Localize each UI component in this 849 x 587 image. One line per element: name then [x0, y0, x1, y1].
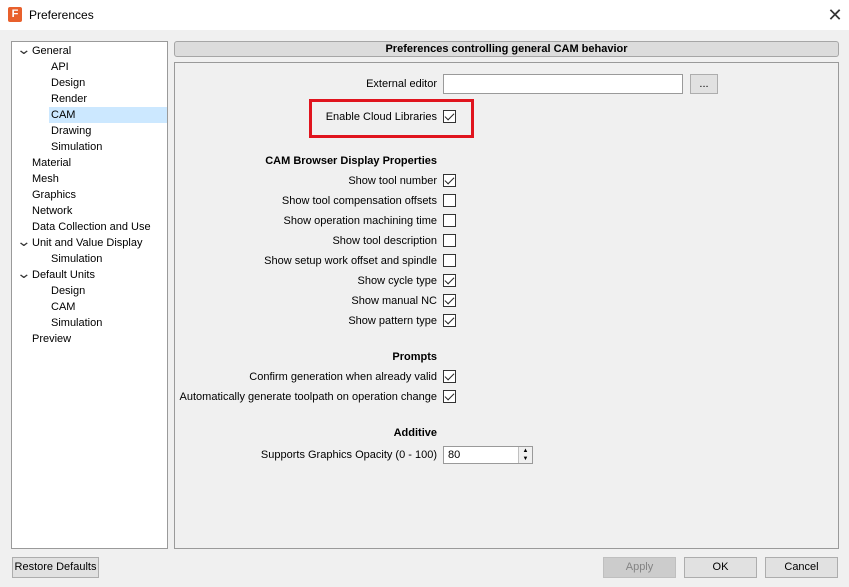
option-label: Show manual NC: [351, 295, 437, 307]
tree-item-label: Network: [32, 205, 73, 217]
tree-item[interactable]: Network: [30, 203, 76, 219]
option-checkbox[interactable]: [443, 254, 456, 267]
tree-item-label: Preview: [32, 333, 72, 345]
tree-item[interactable]: Simulation: [49, 315, 106, 331]
tree-item-label: Default Units: [32, 269, 95, 281]
tree-item-label: Material: [32, 157, 72, 169]
option-checkbox[interactable]: [443, 370, 456, 383]
tree-item-label: Simulation: [51, 141, 103, 153]
browser-section-title: CAM Browser Display Properties: [265, 155, 437, 167]
preferences-tree[interactable]: General ⌄ API Design Render CAM Drawing Simulat…: [11, 41, 168, 549]
highlight-box: [309, 99, 474, 138]
additive-section-title: Additive: [393, 427, 437, 439]
option-label: Show cycle type: [357, 275, 437, 287]
tree-item[interactable]: Graphics: [30, 187, 80, 203]
ok-button[interactable]: OK: [684, 557, 757, 578]
external-editor-input[interactable]: [443, 74, 683, 94]
cancel-button[interactable]: Cancel: [765, 557, 838, 578]
tree-item[interactable]: API: [49, 59, 73, 75]
tree-item[interactable]: Drawing: [49, 123, 95, 139]
tree-item-label: Data Collection and Use: [32, 221, 151, 233]
tree-item[interactable]: Mesh: [30, 171, 63, 187]
option-label: Confirm generation when already valid: [249, 371, 437, 383]
restore-defaults-button[interactable]: Restore Defaults: [12, 557, 99, 578]
tree-item[interactable]: Default Units: [30, 267, 99, 283]
tree-item-label: Render: [51, 93, 88, 105]
option-checkbox[interactable]: [443, 174, 456, 187]
option-checkbox[interactable]: [443, 194, 456, 207]
app-icon: F: [8, 7, 22, 22]
opacity-value: 80: [448, 449, 461, 461]
option-label: Show pattern type: [348, 315, 437, 327]
tree-item-label: Unit and Value Display: [32, 237, 143, 249]
option-checkbox[interactable]: [443, 214, 456, 227]
external-editor-label: External editor: [366, 78, 437, 90]
tree-item[interactable]: Design: [49, 75, 89, 91]
tree-item[interactable]: Render: [49, 91, 91, 107]
tree-item-label: CAM: [51, 109, 76, 121]
tree-item-label: Simulation: [51, 317, 103, 329]
chevron-down-icon[interactable]: ⌄: [16, 266, 31, 280]
option-checkbox[interactable]: [443, 274, 456, 287]
option-label: Show tool description: [332, 235, 437, 247]
tree-item-label: Drawing: [51, 125, 92, 137]
tree-item[interactable]: Simulation: [49, 139, 106, 155]
panel-header: Preferences controlling general CAM beha…: [174, 41, 839, 57]
tree-item-label: CAM: [51, 301, 76, 313]
opacity-spinner[interactable]: 80 ▲ ▼: [443, 446, 533, 464]
tree-item-label: Simulation: [51, 253, 103, 265]
option-label: Automatically generate toolpath on opera…: [179, 391, 437, 403]
tree-item-label: General: [32, 45, 72, 57]
tree-item-label: Mesh: [32, 173, 59, 185]
tree-item[interactable]: CAM: [49, 299, 79, 315]
close-icon[interactable]: ✕: [822, 2, 848, 28]
chevron-down-icon[interactable]: ⌄: [16, 234, 31, 248]
title-bar: F Preferences ✕: [0, 0, 849, 30]
tree-item-label: API: [51, 61, 69, 73]
apply-button[interactable]: Apply: [603, 557, 676, 578]
option-label: Show operation machining time: [283, 215, 437, 227]
prompts-section-title: Prompts: [392, 351, 437, 363]
browse-button[interactable]: ...: [690, 74, 718, 94]
option-checkbox[interactable]: [443, 390, 456, 403]
tree-item[interactable]: Material: [30, 155, 75, 171]
tree-item-label: Graphics: [32, 189, 77, 201]
option-label: Show tool compensation offsets: [281, 195, 437, 207]
option-checkbox[interactable]: [443, 234, 456, 247]
option-label: Show setup work offset and spindle: [264, 255, 437, 267]
opacity-label: Supports Graphics Opacity (0 - 100): [260, 449, 437, 461]
tree-item[interactable]: Data Collection and Use: [30, 219, 155, 235]
spin-up-icon[interactable]: ▲: [519, 447, 532, 455]
tree-item[interactable]: Unit and Value Display: [30, 235, 146, 251]
tree-item-label: Design: [51, 77, 86, 89]
window-title: Preferences: [29, 8, 94, 22]
option-label: Show tool number: [348, 175, 437, 187]
tree-item-label: Design: [51, 285, 86, 297]
option-checkbox[interactable]: [443, 294, 456, 307]
tree-item[interactable]: Design: [49, 283, 89, 299]
tree-item[interactable]: Preview: [30, 331, 75, 347]
tree-item[interactable]: General: [30, 43, 75, 59]
chevron-down-icon[interactable]: ⌄: [16, 42, 31, 56]
tree-item[interactable]: Simulation: [49, 251, 106, 267]
tree-item[interactable]: CAM: [49, 107, 167, 123]
option-checkbox[interactable]: [443, 314, 456, 327]
spin-down-icon[interactable]: ▼: [519, 455, 532, 463]
